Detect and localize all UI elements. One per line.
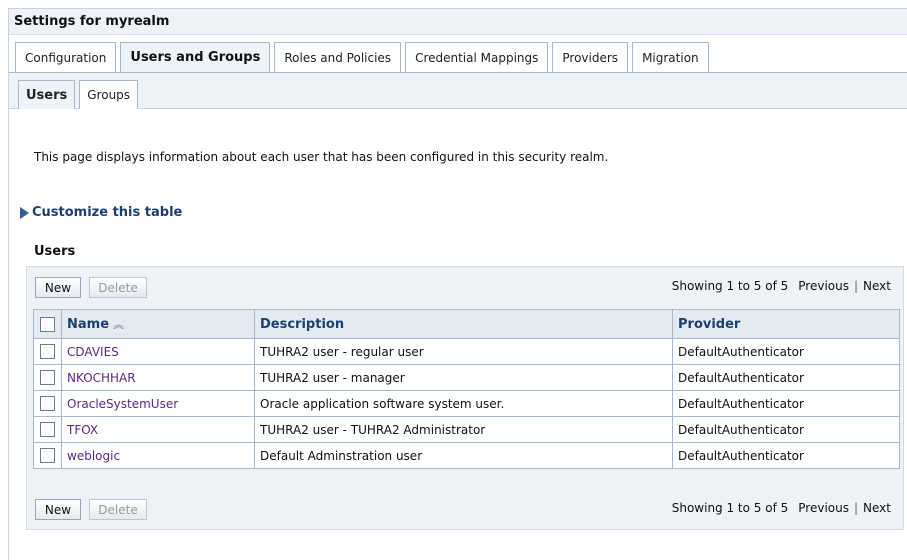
main-tabs: Configuration Users and Groups Roles and…	[15, 42, 713, 72]
tab-roles-and-policies[interactable]: Roles and Policies	[274, 42, 402, 72]
double-chevron-up-icon: ︽	[113, 318, 125, 331]
user-name-cell: weblogic	[61, 442, 255, 469]
customize-table-label: Customize this table	[32, 205, 183, 220]
user-provider-cell: DefaultAuthenticator	[672, 390, 900, 417]
tab-configuration[interactable]: Configuration	[15, 42, 117, 72]
row-select-cell	[33, 364, 62, 391]
users-section-title: Users	[34, 244, 76, 259]
page-description: This page displays information about eac…	[34, 150, 609, 164]
subtab-users[interactable]: Users	[18, 80, 76, 109]
row-select-cell	[33, 338, 62, 365]
customize-table-link[interactable]: Customize this table	[20, 205, 182, 220]
table-row: OracleSystemUser Oracle application soft…	[33, 390, 900, 417]
next-link[interactable]: Next	[863, 279, 891, 293]
tab-providers[interactable]: Providers	[552, 42, 629, 72]
column-header-provider[interactable]: Provider	[672, 309, 900, 339]
new-button-top[interactable]: New	[35, 277, 81, 298]
user-description-cell: Oracle application software system user.	[254, 390, 673, 417]
user-link[interactable]: NKOCHHAR	[67, 371, 136, 385]
table-row: NKOCHHAR TUHRA2 user - manager DefaultAu…	[33, 364, 900, 391]
user-description-cell: TUHRA2 user - manager	[254, 364, 673, 391]
row-checkbox[interactable]	[40, 370, 55, 385]
delete-button-bottom[interactable]: Delete	[89, 499, 147, 520]
row-select-cell	[33, 442, 62, 469]
pager-separator: |	[853, 501, 859, 515]
user-link[interactable]: OracleSystemUser	[67, 397, 178, 411]
user-link[interactable]: weblogic	[67, 449, 120, 463]
table-row: TFOX TUHRA2 user - TUHRA2 Administrator …	[33, 416, 900, 443]
pagination-top: Showing 1 to 5 of 5 Previous | Next	[672, 279, 891, 293]
tab-credential-mappings[interactable]: Credential Mappings	[405, 42, 549, 72]
table-row: CDAVIES TUHRA2 user - regular user Defau…	[33, 338, 900, 365]
showing-count: Showing 1 to 5 of 5	[671, 501, 789, 515]
next-link[interactable]: Next	[863, 501, 891, 515]
previous-link[interactable]: Previous	[798, 501, 849, 515]
row-checkbox[interactable]	[40, 448, 55, 463]
select-all-cell	[33, 309, 62, 339]
pager-separator: |	[853, 279, 859, 293]
user-name-cell: OracleSystemUser	[61, 390, 255, 417]
user-link[interactable]: CDAVIES	[67, 345, 119, 359]
subtab-groups[interactable]: Groups	[79, 80, 139, 109]
tab-migration[interactable]: Migration	[632, 42, 709, 72]
delete-button-top[interactable]: Delete	[89, 277, 147, 298]
pagination-bottom: Showing 1 to 5 of 5 Previous | Next	[672, 501, 891, 515]
expand-triangle-icon	[20, 206, 29, 219]
user-provider-cell: DefaultAuthenticator	[672, 442, 900, 469]
table-row: weblogic Default Adminstration user Defa…	[33, 442, 900, 469]
column-header-label: Name	[67, 317, 110, 332]
row-checkbox[interactable]	[40, 422, 55, 437]
user-description-cell: TUHRA2 user - TUHRA2 Administrator	[254, 416, 673, 443]
sub-tabs: Users Groups	[18, 80, 142, 109]
row-select-cell	[33, 390, 62, 417]
user-link[interactable]: TFOX	[67, 423, 98, 437]
user-provider-cell: DefaultAuthenticator	[672, 416, 900, 443]
select-all-checkbox[interactable]	[40, 316, 55, 332]
column-header-description[interactable]: Description	[254, 309, 673, 339]
user-provider-cell: DefaultAuthenticator	[672, 338, 900, 365]
page-title: Settings for myrealm	[14, 14, 170, 29]
table-header-row: Name ︽ Description Provider	[33, 309, 900, 339]
subtab-bar	[9, 73, 907, 109]
row-checkbox[interactable]	[40, 396, 55, 411]
user-description-cell: Default Adminstration user	[254, 442, 673, 469]
showing-count: Showing 1 to 5 of 5	[671, 279, 789, 293]
new-button-bottom[interactable]: New	[35, 499, 81, 520]
previous-link[interactable]: Previous	[798, 279, 849, 293]
user-description-cell: TUHRA2 user - regular user	[254, 338, 673, 365]
tab-users-and-groups[interactable]: Users and Groups	[120, 42, 271, 72]
user-name-cell: CDAVIES	[61, 338, 255, 365]
row-checkbox[interactable]	[40, 344, 55, 359]
users-table: Name ︽ Description Provider CDAVIES TUHRA…	[33, 309, 900, 469]
row-select-cell	[33, 416, 62, 443]
user-name-cell: TFOX	[61, 416, 255, 443]
user-name-cell: NKOCHHAR	[61, 364, 255, 391]
user-provider-cell: DefaultAuthenticator	[672, 364, 900, 391]
column-header-name[interactable]: Name ︽	[61, 309, 255, 339]
settings-title-bar: Settings for myrealm	[9, 9, 907, 35]
